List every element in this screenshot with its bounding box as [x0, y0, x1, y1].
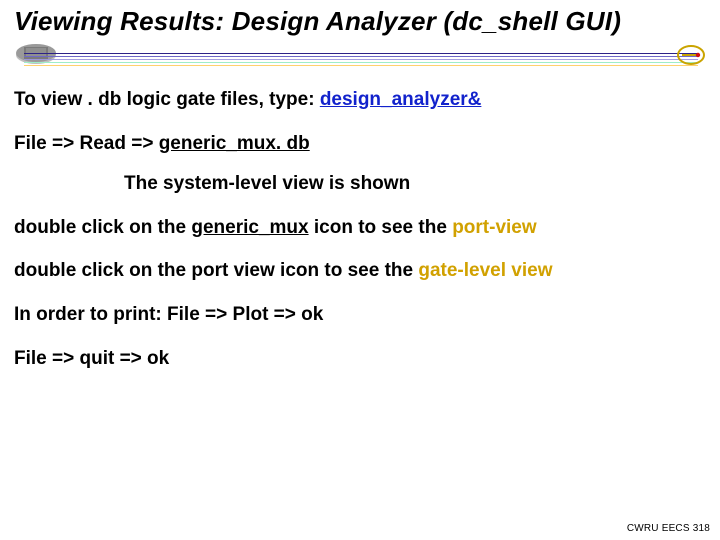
footer-text: CWRU EECS 318	[627, 523, 710, 534]
text: double click on the	[14, 217, 191, 238]
line-quit: File => quit => ok	[14, 348, 706, 370]
logo-icon	[676, 44, 706, 66]
command-text: design_analyzer&	[320, 89, 482, 110]
divider-lines	[24, 53, 698, 67]
line-open-cmd: To view . db logic gate files, type: des…	[14, 89, 706, 111]
text: icon to see the	[309, 217, 453, 238]
line-gate-view: double click on the port view icon to se…	[14, 260, 706, 282]
slide-title: Viewing Results: Design Analyzer (dc_she…	[14, 6, 706, 37]
slide-body: To view . db logic gate files, type: des…	[14, 89, 706, 370]
text: File => Read =>	[14, 133, 159, 154]
line-file-read: File => Read => generic_mux. db	[14, 133, 706, 155]
line-print: In order to print: File => Plot => ok	[14, 304, 706, 326]
line-port-view: double click on the generic_mux icon to …	[14, 217, 706, 239]
term-text: port-view	[452, 217, 536, 238]
filename-text: generic_mux. db	[159, 133, 310, 154]
slide: Viewing Results: Design Analyzer (dc_she…	[0, 0, 720, 540]
term-text: gate-level view	[418, 260, 552, 281]
text: double click on the port view icon to se…	[14, 260, 418, 281]
text: To view . db logic gate files, type:	[14, 89, 320, 110]
icon-name-text: generic_mux	[191, 217, 308, 238]
line-system-view: The system-level view is shown	[14, 173, 706, 195]
title-divider	[14, 41, 706, 75]
